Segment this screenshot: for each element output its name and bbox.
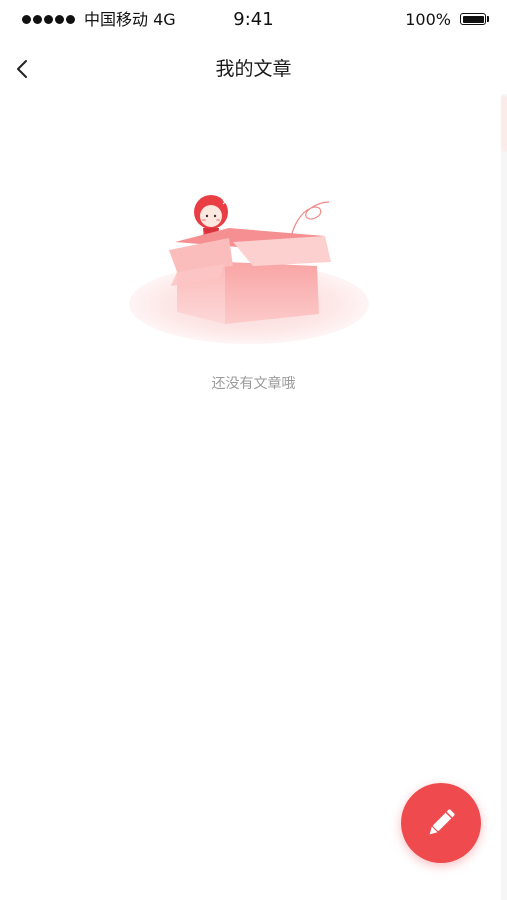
battery-percentage: 100% [405,10,451,29]
scrollbar-track[interactable] [501,94,507,900]
scrollbar-thumb[interactable] [501,96,507,152]
navigation-bar: 我的文章 [0,44,507,94]
battery-icon [460,13,486,25]
write-article-button[interactable] [401,783,481,863]
pencil-icon [429,809,455,835]
app-screen: 中国移动 4G 9:41 100% 我的文章 还没有文章哦 [0,0,507,900]
empty-state-message: 还没有文章哦 [211,376,296,392]
status-bar: 中国移动 4G 9:41 100% [0,0,507,40]
battery-cap [487,16,489,22]
page-title: 我的文章 [215,58,292,80]
empty-box-mascot-illustration [129,195,369,344]
